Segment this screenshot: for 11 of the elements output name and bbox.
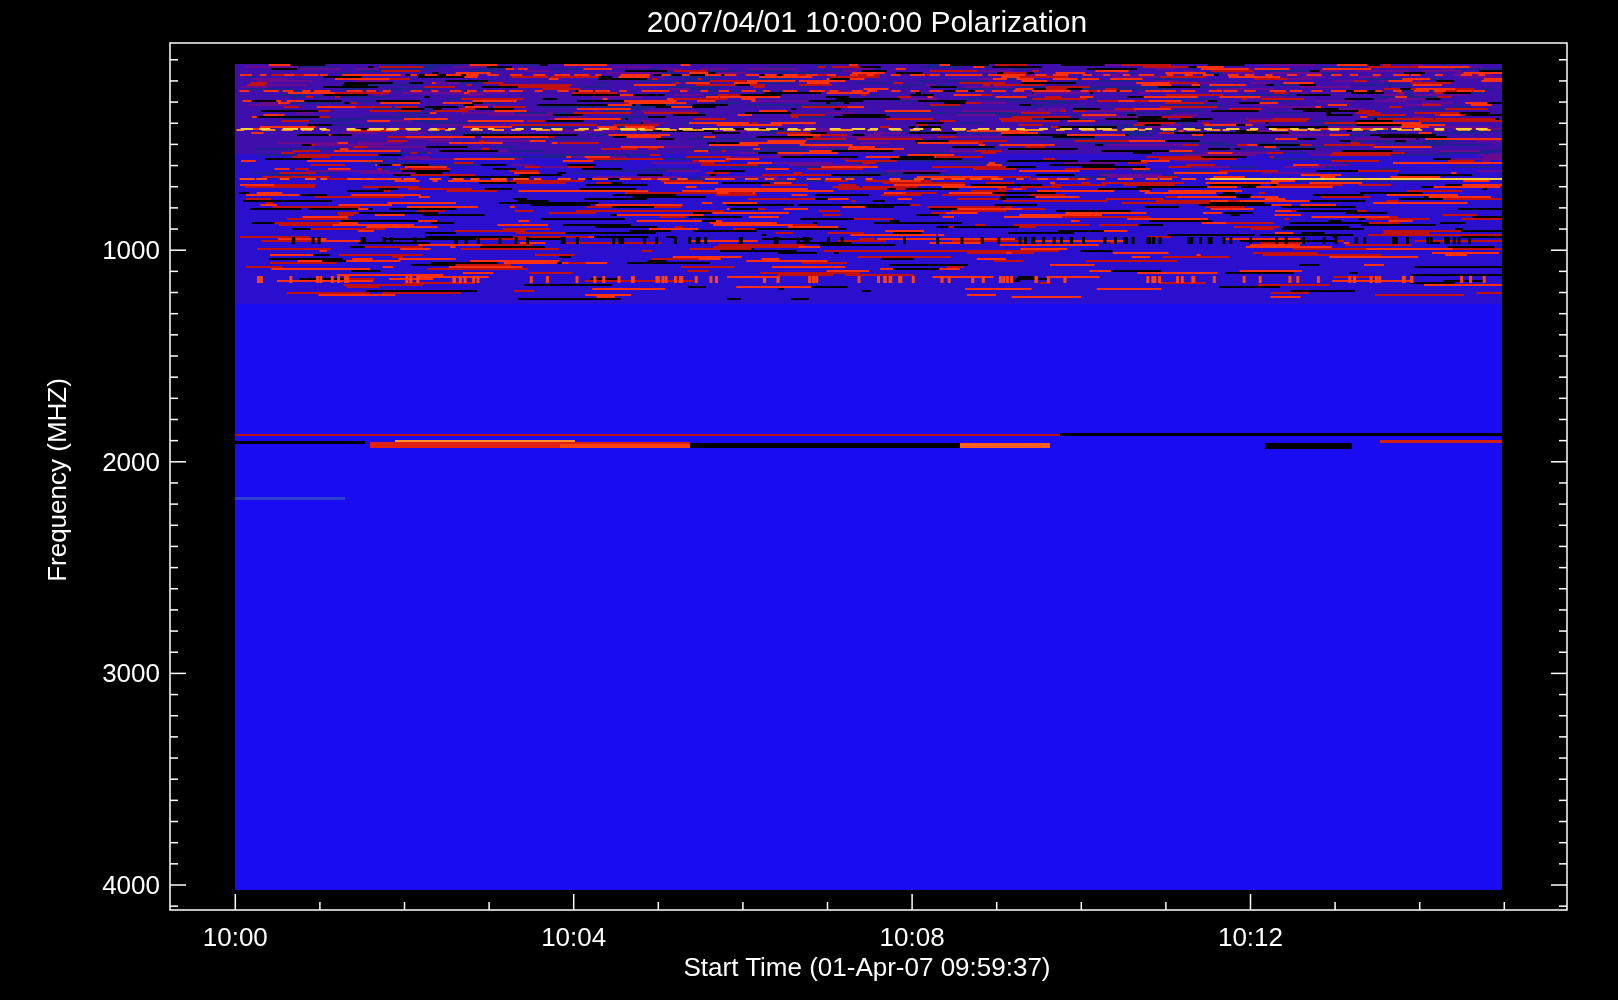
x-tick-label: 10:08 — [879, 922, 945, 952]
y-tick-label: 4000 — [102, 870, 160, 900]
y-tick-label: 3000 — [102, 658, 160, 689]
y-tick-label: 1000 — [102, 235, 160, 266]
chart-title: 2007/04/01 10:00:00 Polarization — [646, 5, 1088, 38]
x-tick-label: 10:12 — [1217, 922, 1284, 952]
x-tick-label: 10:00 — [202, 922, 268, 952]
y-axis-title: Frequency (MHZ) — [42, 378, 72, 582]
x-axis-title: Start Time (01-Apr-07 09:59:37) — [683, 952, 1051, 982]
x-tick-label: 10:04 — [541, 922, 607, 952]
y-tick-label: 2000 — [102, 446, 160, 477]
